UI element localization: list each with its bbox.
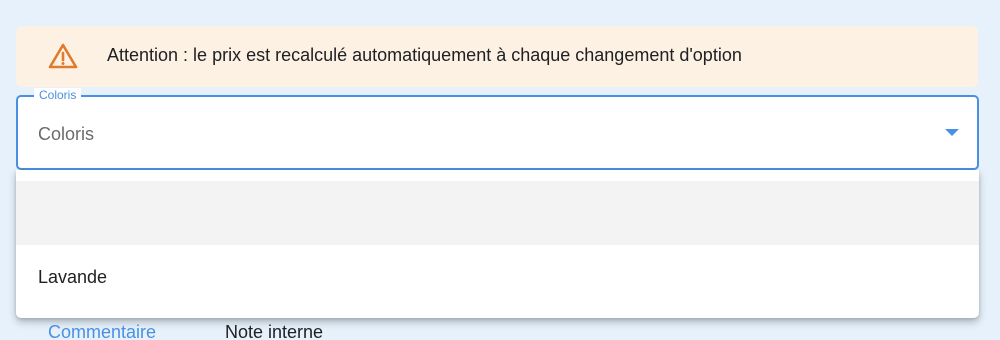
warning-triangle-icon: [48, 42, 78, 70]
tab-commentaire[interactable]: Commentaire: [48, 322, 156, 340]
coloris-dropdown-menu: Lavande: [16, 170, 979, 318]
page: Attention : le prix est recalculé automa…: [0, 0, 1000, 340]
tab-note-interne[interactable]: Note interne: [225, 322, 323, 340]
dropdown-option-lavande[interactable]: Lavande: [16, 245, 979, 309]
coloris-select[interactable]: Coloris Coloris: [16, 88, 979, 170]
coloris-select-placeholder: Coloris: [38, 124, 95, 144]
chevron-down-icon[interactable]: [945, 129, 959, 136]
alert-message: Attention : le prix est recalculé automa…: [107, 45, 742, 65]
dropdown-option-empty[interactable]: [16, 181, 979, 245]
price-warning-alert: Attention : le prix est recalculé automa…: [16, 26, 978, 87]
coloris-select-label: Coloris: [34, 88, 82, 102]
